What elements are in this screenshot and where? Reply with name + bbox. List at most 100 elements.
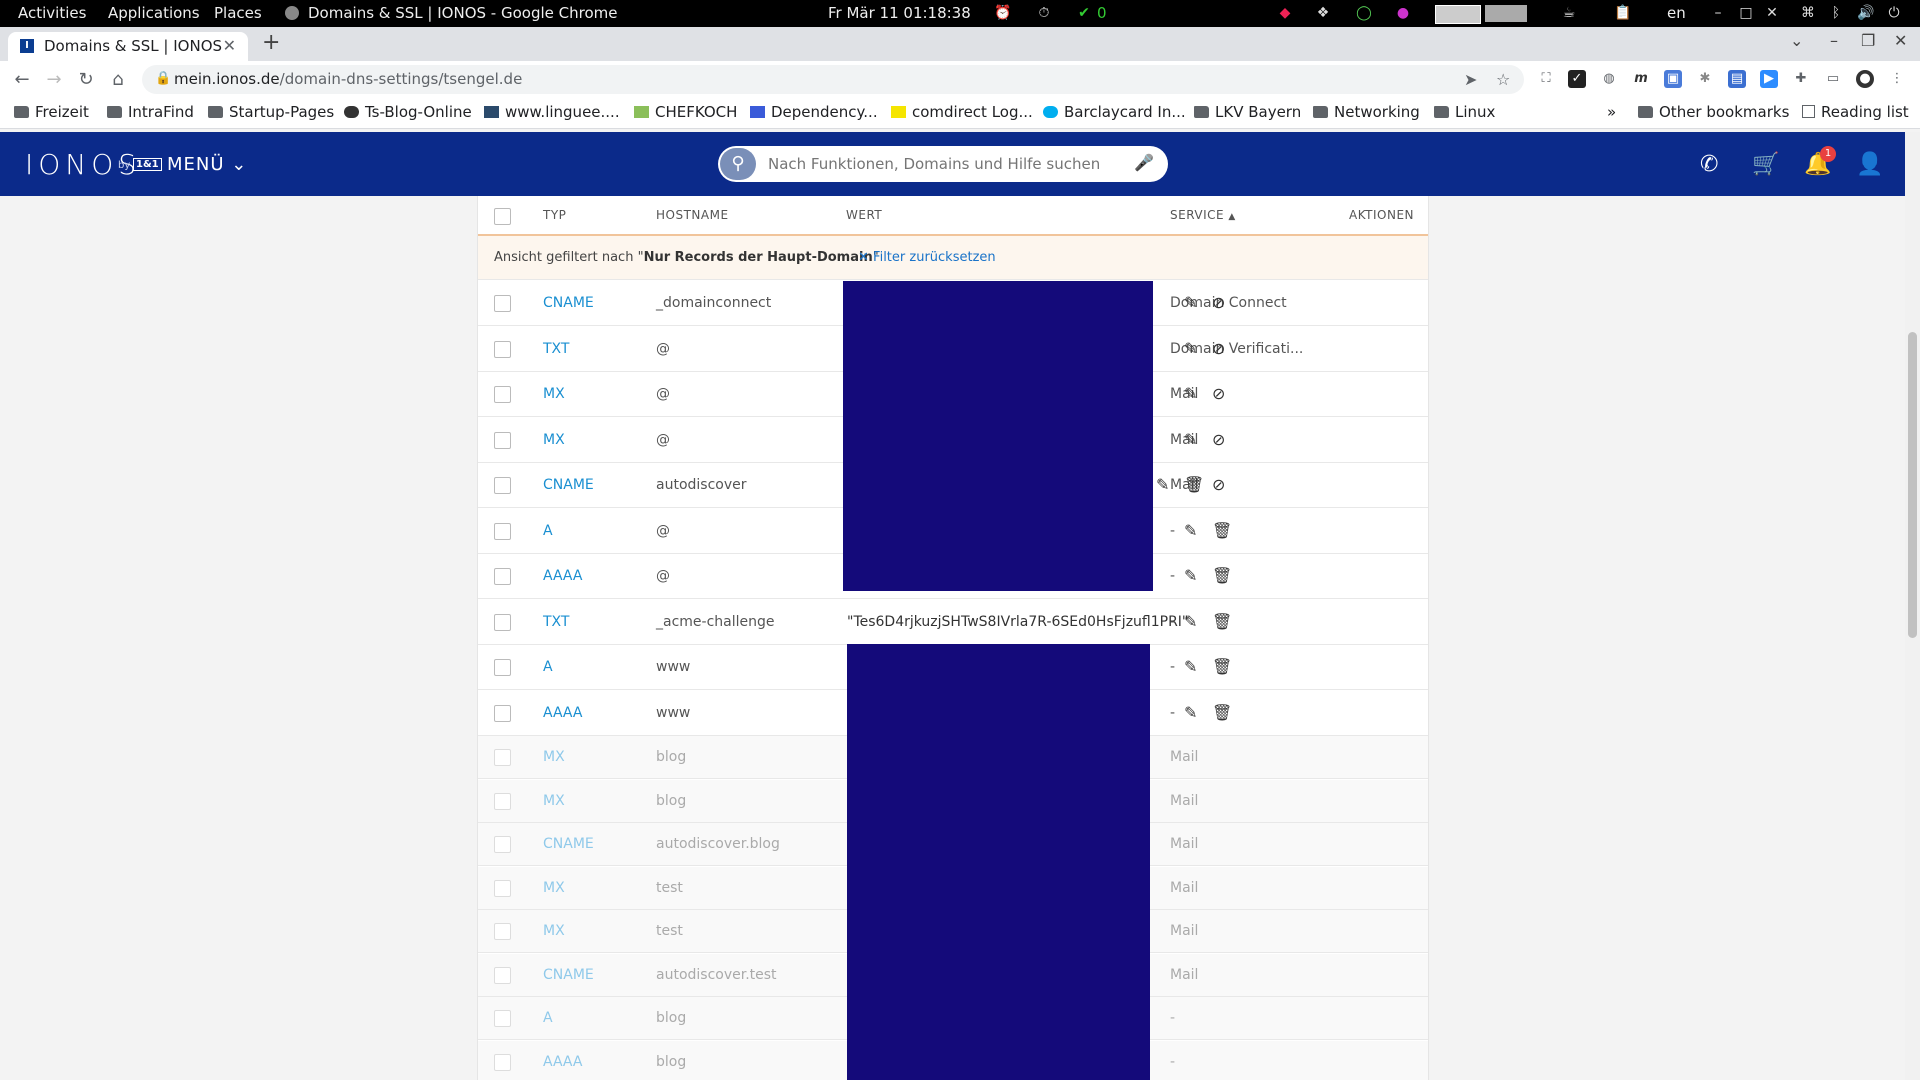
row-checkbox[interactable]	[494, 340, 511, 358]
coffee-icon[interactable]: ☕	[1560, 4, 1578, 22]
send-icon[interactable]: ➤	[1464, 70, 1477, 89]
translate-extension-icon[interactable]: ▣	[1664, 70, 1682, 88]
chrome-menu-icon[interactable]: ⋮	[1888, 70, 1906, 88]
record-type[interactable]: MX	[543, 432, 565, 448]
disable-icon[interactable]: ⊘	[1212, 475, 1225, 494]
row-checkbox[interactable]	[494, 431, 511, 449]
url-text[interactable]: mein.ionos.de/domain-dns-settings/tsenge…	[174, 70, 522, 88]
row-checkbox[interactable]	[494, 1053, 511, 1071]
record-type[interactable]: CNAME	[543, 836, 594, 852]
bookmark-lkv-bayern[interactable]: LKV Bayern	[1194, 103, 1301, 121]
delete-icon[interactable]: 🗑	[1212, 657, 1232, 676]
clock[interactable]: Fr Mär 11 01:18:38	[828, 4, 971, 22]
filter-reset-link[interactable]: ✕ Filter zurücksetzen	[858, 250, 996, 265]
column-typ[interactable]: TYP	[543, 208, 566, 222]
edit-icon[interactable]: ✎	[1184, 293, 1197, 312]
record-type[interactable]: TXT	[543, 614, 569, 630]
record-type[interactable]: A	[543, 1010, 553, 1026]
main-menu-button[interactable]: MENÜ ⌄	[167, 154, 247, 175]
activities-button[interactable]: Activities	[18, 4, 86, 22]
cpu-graph[interactable]	[1435, 5, 1481, 24]
table-row[interactable]: TXT _acme-challenge "Tes6D4rjkuzjSHTwS8IVr…	[478, 600, 1428, 645]
microphone-icon[interactable]: 🎤	[1134, 153, 1154, 172]
screenshot-icon[interactable]: ●	[1394, 4, 1412, 22]
address-bar[interactable]: 🔒 mein.ionos.de/domain-dns-settings/tsen…	[142, 65, 1524, 94]
edit-icon[interactable]: ✎	[1184, 612, 1197, 631]
row-checkbox[interactable]	[494, 386, 511, 403]
record-type[interactable]: TXT	[543, 341, 569, 357]
record-type[interactable]: CNAME	[543, 967, 594, 983]
record-type[interactable]: MX	[543, 923, 565, 939]
profile-avatar-icon[interactable]: ●	[1856, 70, 1874, 88]
row-checkbox[interactable]	[494, 836, 511, 853]
bookmarks-overflow-icon[interactable]: »	[1607, 103, 1616, 121]
column-wert[interactable]: WERT	[846, 208, 882, 222]
lock-icon[interactable]: 🔒	[155, 71, 171, 86]
bookmark-intrafind[interactable]: IntraFind	[107, 103, 194, 121]
check-icon[interactable]: ✔	[1075, 4, 1093, 22]
edit-icon[interactable]: ✎	[1184, 384, 1197, 403]
volume-icon[interactable]: 🔊	[1857, 4, 1875, 22]
zoom-extension-icon[interactable]: ▶	[1760, 70, 1778, 88]
app-indicator-icon[interactable]: ◆	[1276, 4, 1294, 22]
delete-icon[interactable]: 🗑	[1184, 475, 1204, 494]
clipboard-icon[interactable]: 📋	[1614, 4, 1632, 22]
row-checkbox[interactable]	[494, 749, 511, 766]
page-scrollbar[interactable]	[1905, 132, 1920, 1080]
record-type[interactable]: MX	[543, 880, 565, 896]
cart-icon[interactable]: 🛒	[1752, 152, 1779, 177]
delete-icon[interactable]: 🗑	[1212, 612, 1232, 631]
delete-icon[interactable]: 🗑	[1212, 566, 1232, 585]
row-checkbox[interactable]	[494, 659, 511, 676]
edit-icon[interactable]: ✎	[1184, 657, 1197, 676]
edit-icon[interactable]: ✎	[1156, 475, 1169, 494]
home-icon[interactable]: ⌂	[107, 69, 129, 90]
row-checkbox[interactable]	[494, 966, 511, 984]
keyboard-language[interactable]: en	[1667, 4, 1686, 22]
search-icon[interactable]: ⚲	[720, 148, 756, 180]
row-checkbox[interactable]	[494, 613, 511, 631]
reading-list[interactable]: Reading list	[1802, 103, 1909, 121]
row-checkbox[interactable]	[494, 923, 511, 940]
column-service[interactable]: SERVICE ▲	[1170, 208, 1236, 222]
bookmark-dependency[interactable]: Dependency...	[750, 103, 878, 121]
dropbox-icon[interactable]: ❖	[1314, 4, 1332, 22]
extensions-puzzle-icon[interactable]: ✚	[1792, 70, 1810, 88]
record-type[interactable]: AAAA	[543, 1054, 582, 1070]
record-type[interactable]: CNAME	[543, 477, 594, 493]
bookmark-star-icon[interactable]: ☆	[1496, 70, 1510, 89]
checkmark-extension-icon[interactable]: ✓	[1568, 70, 1586, 88]
record-type[interactable]: A	[543, 523, 553, 539]
delete-icon[interactable]: 🗑	[1212, 521, 1232, 540]
bookmark-linux[interactable]: Linux	[1434, 103, 1495, 121]
disable-icon[interactable]: ⊘	[1212, 430, 1225, 449]
bluetooth-icon[interactable]: ᛒ	[1827, 4, 1845, 22]
alarm-icon[interactable]: ⏰	[994, 4, 1012, 22]
ghostery-icon[interactable]: ◍	[1600, 70, 1618, 88]
network-icon[interactable]: ⌘	[1799, 4, 1817, 22]
bookmark-comdirect[interactable]: comdirect Log...	[891, 103, 1033, 121]
row-checkbox[interactable]	[494, 295, 511, 312]
window-restore-icon[interactable]: ❐	[1861, 31, 1875, 50]
places-menu[interactable]: Places	[214, 4, 262, 22]
edit-icon[interactable]: ✎	[1184, 703, 1197, 722]
window-close-icon[interactable]: ✕	[1894, 31, 1907, 50]
window-title[interactable]: Domains & SSL | IONOS - Google Chrome	[308, 4, 617, 22]
timer-icon[interactable]: ⏱	[1035, 4, 1053, 22]
edit-icon[interactable]: ✎	[1184, 430, 1197, 449]
edit-icon[interactable]: ✎	[1184, 566, 1197, 585]
record-type[interactable]: MX	[543, 793, 565, 809]
disable-icon[interactable]: ⊘	[1212, 384, 1225, 403]
row-checkbox[interactable]	[494, 704, 511, 722]
user-account-icon[interactable]: 👤	[1856, 152, 1883, 177]
bookmark-networking[interactable]: Networking	[1313, 103, 1420, 121]
bookmark-freizeit[interactable]: Freizeit	[14, 103, 89, 121]
record-type[interactable]: MX	[543, 386, 565, 402]
record-type[interactable]: A	[543, 659, 553, 675]
record-type[interactable]: MX	[543, 749, 565, 765]
bookmark-startup-pages[interactable]: Startup-Pages	[208, 103, 334, 121]
bookmark-chefkoch[interactable]: CHEFKOCH	[634, 103, 737, 121]
asterisk-extension-icon[interactable]: ✱	[1696, 70, 1714, 88]
search-input[interactable]	[766, 154, 1130, 174]
row-checkbox[interactable]	[494, 879, 511, 897]
